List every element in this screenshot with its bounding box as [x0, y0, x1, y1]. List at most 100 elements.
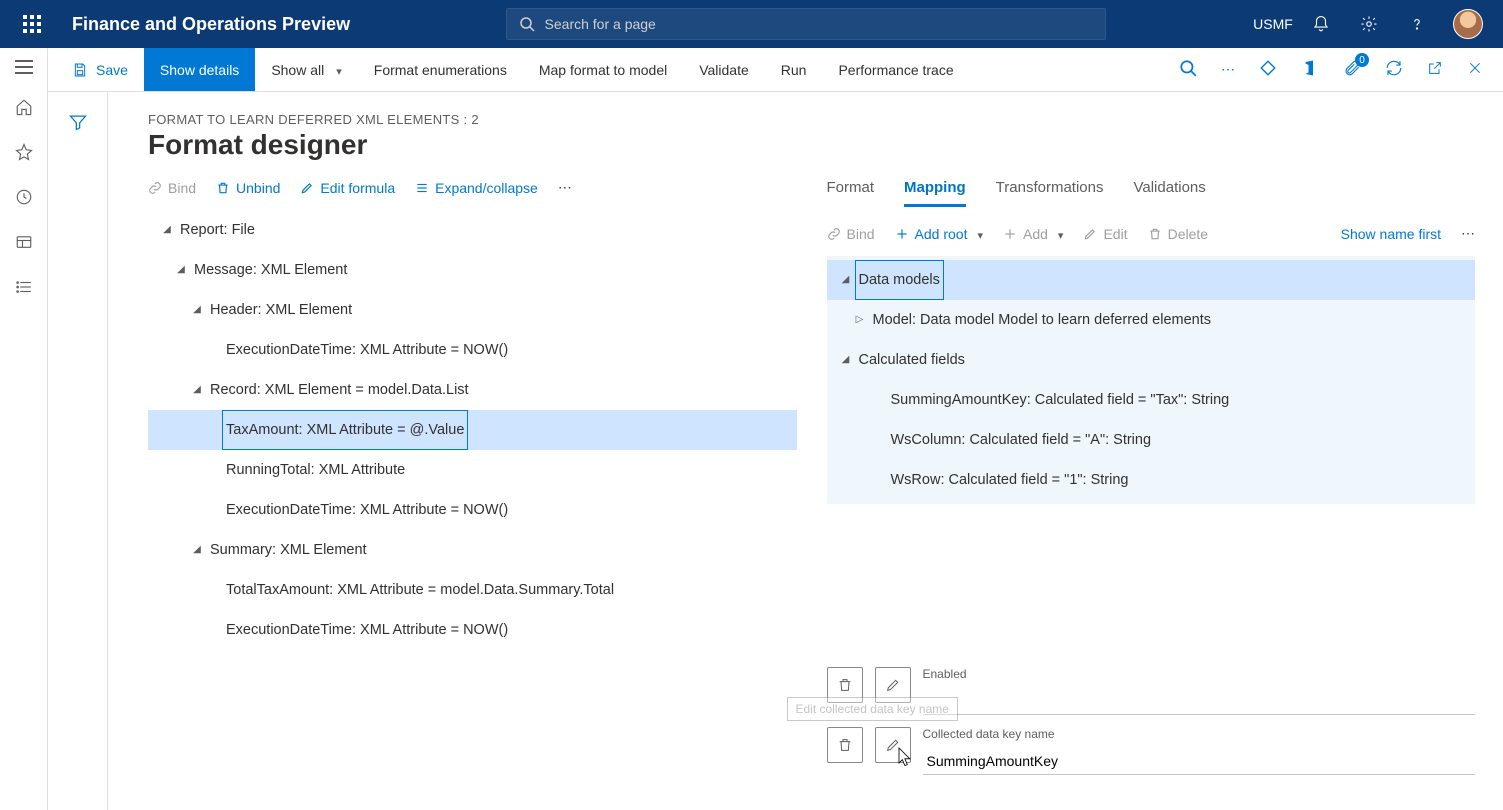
keyname-edit-button[interactable]: [875, 727, 911, 763]
tab-format[interactable]: Format: [827, 179, 875, 207]
modules-button[interactable]: [15, 278, 33, 299]
collapse-icon[interactable]: ◢: [172, 252, 190, 288]
format-enumerations-button[interactable]: Format enumerations: [358, 48, 523, 91]
format-tree[interactable]: ◢Report: File ◢Message: XML Element ◢Hea…: [148, 210, 797, 650]
enabled-edit-button[interactable]: [875, 667, 911, 703]
tree-row[interactable]: ExecutionDateTime: XML Attribute = NOW(): [148, 330, 797, 370]
hamburger-button[interactable]: [15, 60, 33, 74]
command-bar: Save Show details Show all Format enumer…: [0, 48, 1503, 92]
tree-row-selected[interactable]: ◢Data models: [827, 260, 1476, 300]
plus-icon: [895, 227, 909, 241]
settings-button[interactable]: [1357, 15, 1381, 33]
keyname-delete-button[interactable]: [827, 727, 863, 763]
delete-button[interactable]: Delete: [1148, 226, 1208, 242]
trash-icon: [837, 737, 853, 753]
more-commands-button[interactable]: ⋯: [1221, 61, 1235, 78]
bind-button[interactable]: Bind: [148, 180, 196, 196]
user-avatar[interactable]: [1453, 9, 1483, 39]
chevron-down-icon: [973, 226, 983, 242]
trash-icon: [837, 677, 853, 693]
tree-row[interactable]: SummingAmountKey: Calculated field = "Ta…: [827, 380, 1476, 420]
tree-row[interactable]: ◢Record: XML Element = model.Data.List: [148, 370, 797, 410]
unbind-button[interactable]: Unbind: [216, 180, 280, 196]
tree-row[interactable]: ▷Model: Data model Model to learn deferr…: [827, 300, 1476, 340]
tree-row[interactable]: RunningTotal: XML Attribute: [148, 450, 797, 490]
app-launcher-button[interactable]: [8, 15, 56, 33]
tree-row[interactable]: ExecutionDateTime: XML Attribute = NOW(): [148, 610, 797, 650]
tree-row[interactable]: ◢Header: XML Element: [148, 290, 797, 330]
trash-icon: [1148, 227, 1162, 241]
keyname-input[interactable]: [923, 747, 1476, 775]
collapse-icon[interactable]: ◢: [188, 372, 206, 408]
workspaces-button[interactable]: [15, 233, 33, 254]
format-tree-pane: Bind Unbind Edit formula Expand/collapse…: [148, 179, 797, 787]
validate-button[interactable]: Validate: [683, 48, 765, 91]
edit-formula-button[interactable]: Edit formula: [300, 180, 395, 196]
refresh-button[interactable]: [1385, 59, 1403, 80]
clock-icon: [15, 188, 33, 206]
collapse-icon[interactable]: ◢: [188, 292, 206, 328]
format-toolbar: Bind Unbind Edit formula Expand/collapse…: [148, 179, 797, 196]
office-icon: [1301, 59, 1319, 77]
collapse-icon[interactable]: ◢: [188, 532, 206, 568]
favorites-button[interactable]: [15, 143, 33, 164]
show-all-button[interactable]: Show all: [255, 48, 357, 91]
tree-row-selected[interactable]: TaxAmount: XML Attribute = @.Value: [148, 410, 797, 450]
home-button[interactable]: [15, 98, 33, 119]
office-button[interactable]: [1301, 59, 1319, 80]
plus-icon: [1003, 227, 1017, 241]
company-selector[interactable]: USMF: [1261, 16, 1285, 32]
help-button[interactable]: [1405, 15, 1429, 33]
close-button[interactable]: [1467, 60, 1483, 79]
attachment-count-badge: 0: [1355, 53, 1369, 67]
tree-row[interactable]: ExecutionDateTime: XML Attribute = NOW(): [148, 490, 797, 530]
collapse-icon[interactable]: ◢: [837, 342, 855, 378]
search-icon: [519, 16, 535, 32]
tree-row[interactable]: ◢Report: File: [148, 210, 797, 250]
mapping-more-button[interactable]: ⋯: [1461, 225, 1475, 242]
popout-button[interactable]: [1427, 60, 1443, 79]
list-expand-icon: [415, 181, 429, 195]
add-root-button[interactable]: Add root: [895, 226, 983, 242]
tree-row[interactable]: ◢Summary: XML Element: [148, 530, 797, 570]
tab-validations[interactable]: Validations: [1133, 179, 1205, 207]
tree-row[interactable]: WsColumn: Calculated field = "A": String: [827, 420, 1476, 460]
filter-button[interactable]: [68, 112, 88, 810]
show-name-first-button[interactable]: Show name first: [1341, 226, 1441, 242]
edit-button[interactable]: Edit: [1083, 226, 1127, 242]
add-button[interactable]: Add: [1003, 226, 1063, 242]
close-icon: [1467, 60, 1483, 76]
collapse-icon[interactable]: ◢: [837, 262, 855, 298]
collapse-icon[interactable]: ◢: [158, 212, 176, 248]
notifications-button[interactable]: [1309, 15, 1333, 33]
breadcrumb: FORMAT TO LEARN DEFERRED XML ELEMENTS : …: [148, 112, 1475, 127]
mapping-bind-button[interactable]: Bind: [827, 226, 875, 242]
expand-icon[interactable]: ▷: [851, 302, 869, 338]
tab-mapping[interactable]: Mapping: [904, 179, 966, 207]
tab-transformations[interactable]: Transformations: [996, 179, 1104, 207]
tree-row[interactable]: TotalTaxAmount: XML Attribute = model.Da…: [148, 570, 797, 610]
home-icon: [15, 98, 33, 116]
find-button[interactable]: [1179, 59, 1197, 80]
attachments-button[interactable]: 0: [1343, 59, 1361, 80]
options-button[interactable]: [1259, 59, 1277, 80]
recent-button[interactable]: [15, 188, 33, 209]
tree-row[interactable]: WsRow: Calculated field = "1": String: [827, 460, 1476, 500]
property-row-key-name: Collected data key name: [827, 727, 1476, 775]
mapping-tree[interactable]: ◢Data models ▷Model: Data model Model to…: [827, 256, 1476, 504]
save-button[interactable]: Save: [56, 48, 144, 91]
show-details-button[interactable]: Show details: [144, 48, 255, 91]
tree-row[interactable]: ◢Message: XML Element: [148, 250, 797, 290]
run-button[interactable]: Run: [765, 48, 823, 91]
map-format-button[interactable]: Map format to model: [523, 48, 683, 91]
tree-row[interactable]: ◢Calculated fields: [827, 340, 1476, 380]
format-more-button[interactable]: ⋯: [558, 179, 572, 196]
performance-trace-button[interactable]: Performance trace: [822, 48, 969, 91]
save-icon: [72, 62, 88, 78]
enabled-delete-button[interactable]: [827, 667, 863, 703]
global-search-input[interactable]: Search for a page: [506, 8, 1106, 40]
diamond-icon: [1259, 59, 1277, 77]
cursor-icon: [894, 746, 914, 770]
expand-collapse-button[interactable]: Expand/collapse: [415, 180, 538, 196]
enabled-input[interactable]: [923, 687, 1476, 715]
